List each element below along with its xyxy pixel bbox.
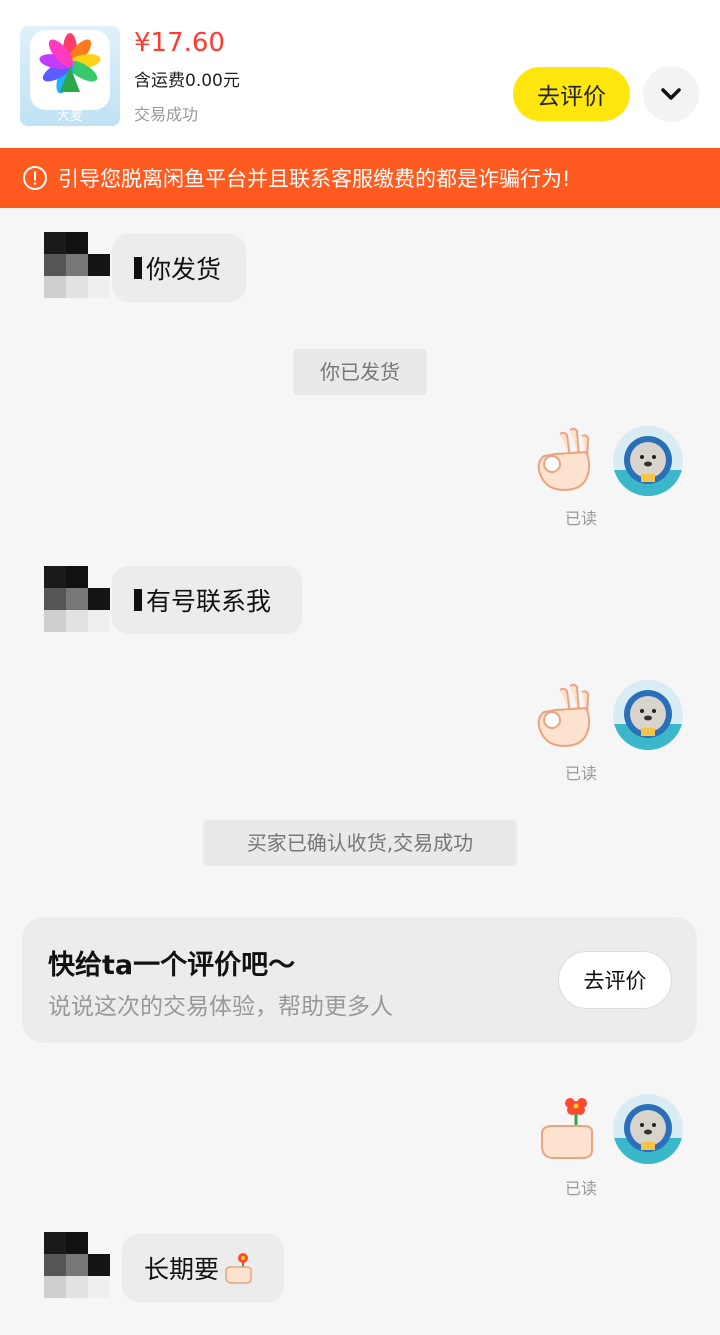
message-text: 有号联系我 [146,587,272,616]
my-avatar[interactable] [613,426,683,496]
hand-flower-icon [225,1253,252,1284]
ok-hand-icon[interactable] [530,424,598,494]
review-prompt-card: 快给ta一个评价吧～ 说说这次的交易体验，帮助更多人 去评价 [22,917,697,1043]
message-bubble-incoming[interactable]: 长期要 [122,1234,284,1302]
contact-avatar[interactable] [44,1232,132,1300]
seal-avatar-icon [613,690,683,750]
shipping-fee: 含运费0.00元 [134,71,240,91]
product-thumbnail[interactable]: 大麦 [20,26,120,126]
my-avatar[interactable] [613,680,683,750]
order-header: 大麦 ¥17.60 含运费0.00元 交易成功 去评价 [0,0,720,148]
review-card-button[interactable]: 去评价 [558,951,672,1009]
ok-hand-icon[interactable] [530,680,598,750]
review-subtitle: 说说这次的交易体验，帮助更多人 [48,994,393,1020]
hand-flower-icon[interactable] [536,1094,598,1164]
evaluate-button[interactable]: 去评价 [513,67,630,121]
system-message: 你已发货 [293,349,427,395]
warning-circle-icon [23,166,47,190]
order-status: 交易成功 [134,105,199,124]
read-receipt: 已读 [565,1179,598,1198]
message-text: 长期要 [144,1255,220,1284]
message-text: 你发货 [146,255,222,284]
warning-text: 引导您脱离闲鱼平台并且联系客服缴费的都是诈骗行为! [58,167,571,191]
message-bubble-incoming[interactable]: 有号联系我 [112,566,302,634]
read-receipt: 已读 [565,764,598,783]
my-avatar[interactable] [613,1094,683,1164]
system-message: 买家已确认收货,交易成功 [203,820,517,866]
fraud-warning-banner: 引导您脱离闲鱼平台并且联系客服缴费的都是诈骗行为! [0,148,720,208]
seal-avatar-icon [613,1104,683,1164]
app-icon [30,30,110,110]
review-title: 快给ta一个评价吧～ [48,950,296,981]
message-bubble-incoming[interactable]: 你发货 [112,234,246,302]
read-receipt: 已读 [565,509,598,528]
seal-avatar-icon [613,436,683,496]
expand-button[interactable] [643,66,699,122]
chevron-down-icon [661,88,681,100]
order-price: ¥17.60 [134,28,225,58]
app-caption: 大麦 [56,109,83,124]
